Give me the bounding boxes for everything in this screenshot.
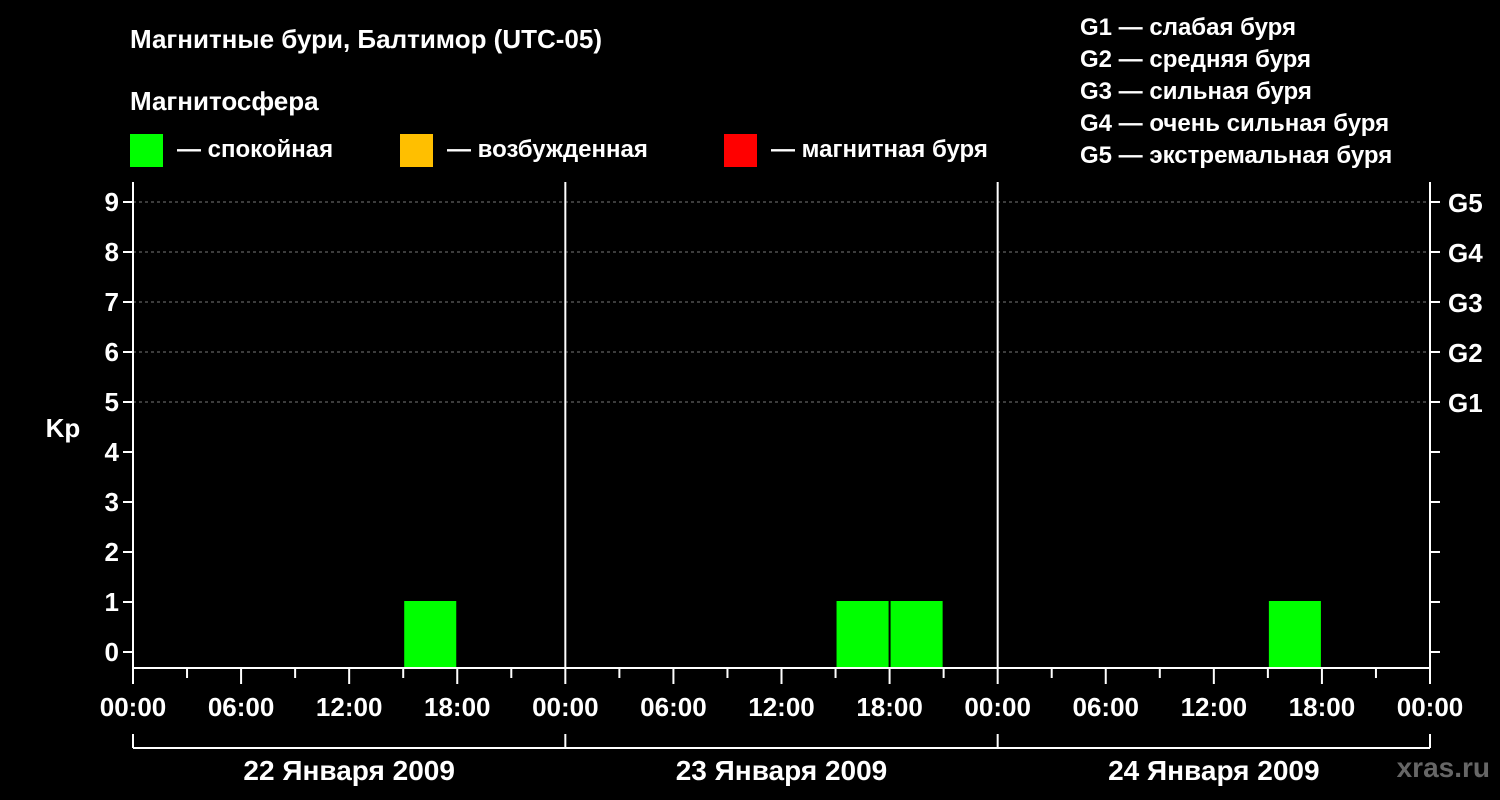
y-tick-label: 5 [105,387,119,417]
watermark: xras.ru [1396,752,1490,783]
y-tick-label: 1 [105,587,119,617]
x-tick-label: 18:00 [424,692,491,722]
y-axis-label: Kp [46,413,81,443]
x-tick-label: 06:00 [208,692,275,722]
x-tick-label: 06:00 [640,692,707,722]
g-tick-label: G5 [1448,188,1483,218]
day-label: 24 Января 2009 [1108,755,1320,786]
x-tick-label: 18:00 [856,692,923,722]
x-tick-label: 00:00 [532,692,599,722]
kp-bar [836,601,889,668]
y-tick-label: 4 [105,437,120,467]
kp-bar [1268,601,1321,668]
x-tick-label: 00:00 [100,692,167,722]
x-tick-label: 12:00 [748,692,815,722]
y-tick-label: 0 [105,637,119,667]
kp-bar [890,601,943,668]
x-tick-label: 12:00 [1181,692,1248,722]
x-tick-label: 06:00 [1073,692,1140,722]
x-tick-label: 12:00 [316,692,383,722]
y-tick-label: 9 [105,187,119,217]
g-tick-label: G2 [1448,338,1483,368]
y-tick-label: 7 [105,287,119,317]
x-tick-label: 18:00 [1289,692,1356,722]
x-tick-label: 00:00 [1397,692,1464,722]
day-label: 22 Января 2009 [243,755,455,786]
day-label: 23 Января 2009 [676,755,888,786]
g-tick-label: G1 [1448,388,1483,418]
y-tick-label: 8 [105,237,119,267]
y-tick-label: 6 [105,337,119,367]
y-tick-label: 2 [105,537,119,567]
kp-chart: 0 1 2 3 4 5 6 7 8 9 G1 G2 G3 G4 G5 Kp 00:00 06:00 12:00 18:… [46,182,1483,786]
x-tick-label: 00:00 [964,692,1031,722]
y-tick-label: 3 [105,487,119,517]
kp-bar [404,601,457,668]
g-tick-label: G3 [1448,288,1483,318]
g-tick-label: G4 [1448,238,1483,268]
